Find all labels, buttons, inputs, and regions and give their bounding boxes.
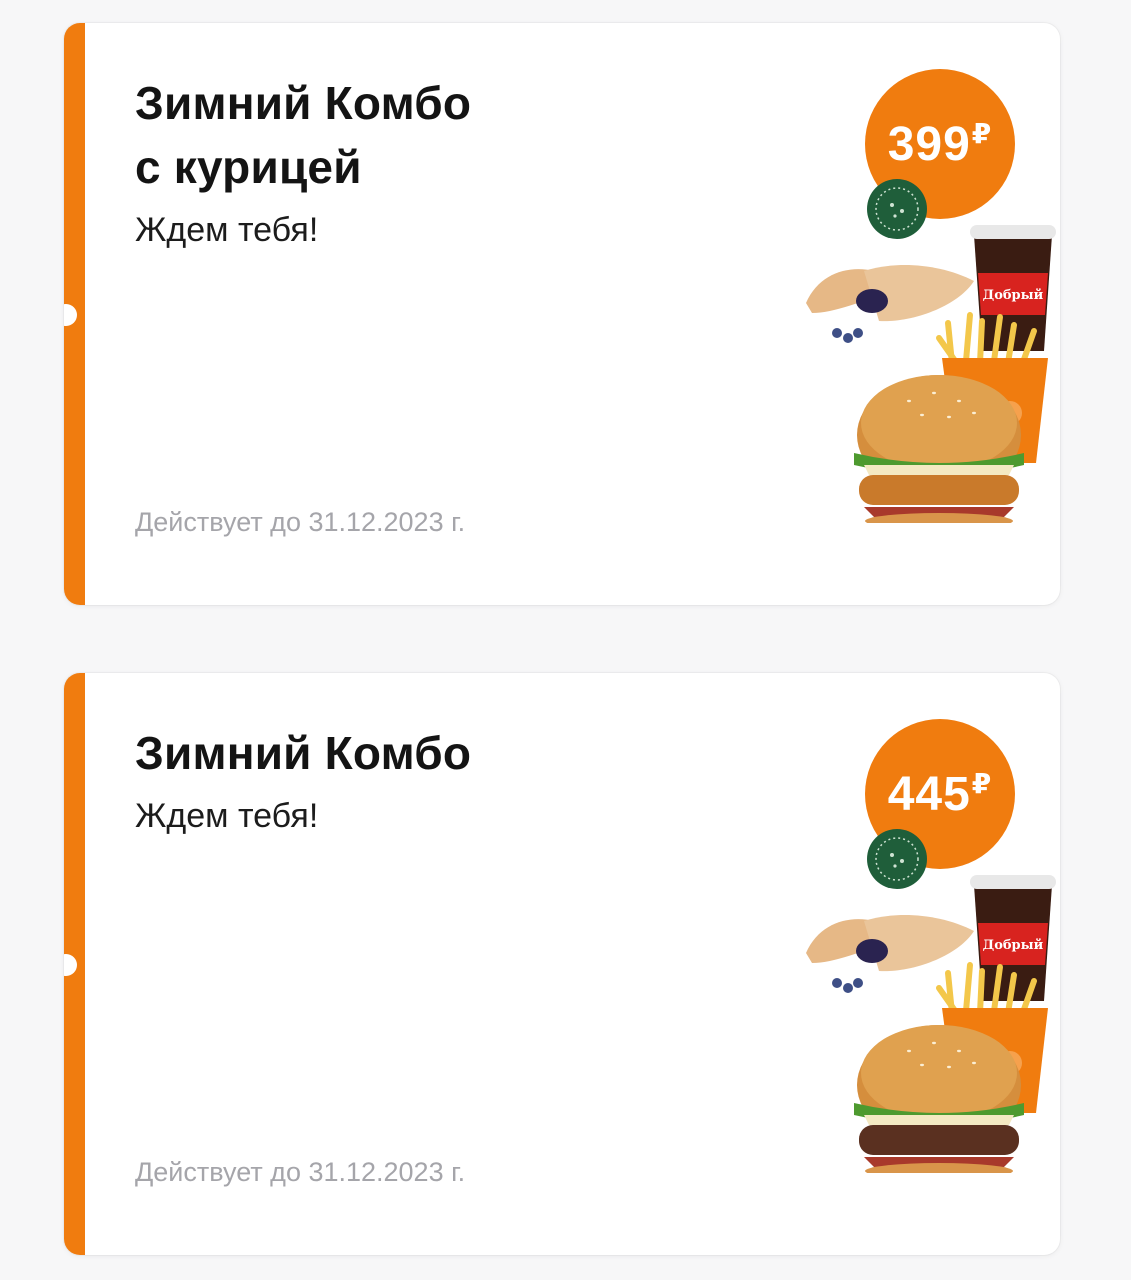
offer-title: Зимний Комбо с курицей [135, 71, 695, 199]
currency-symbol: ₽ [971, 767, 993, 799]
offer-subtitle: Ждем тебя! [135, 797, 319, 835]
offer-subtitle: Ждем тебя! [135, 211, 319, 249]
price-value: 399 [887, 117, 971, 171]
soda-badge-icon [867, 179, 927, 239]
burger-icon [854, 1025, 1024, 1173]
offer-card-winter-combo[interactable]: Зимний Комбо Ждем тебя! Действует до 31.… [64, 673, 1060, 1255]
offer-validity-date: Действует до 31.12.2023 г. [135, 1157, 466, 1187]
soda-badge-icon [867, 829, 927, 889]
offer-title-line-1: Зимний Комбо [135, 727, 472, 779]
offer-validity-date: Действует до 31.12.2023 г. [135, 507, 466, 537]
combo-food-image: Добрый [806, 829, 1056, 1173]
drink-brand-label: Добрый [983, 288, 1044, 303]
offer-title-line-1: Зимний Комбо [135, 77, 472, 129]
currency-symbol: ₽ [971, 117, 993, 149]
burger-icon [854, 375, 1024, 523]
drink-brand-label: Добрый [983, 938, 1044, 953]
offer-title: Зимний Комбо [135, 721, 695, 785]
combo-food-image: Добрый [806, 179, 1056, 523]
offer-card-winter-combo-chicken[interactable]: Зимний Комбо с курицей Ждем тебя! Действ… [64, 23, 1060, 605]
price-value: 445 [887, 767, 971, 821]
offer-title-line-2: с курицей [135, 141, 362, 193]
